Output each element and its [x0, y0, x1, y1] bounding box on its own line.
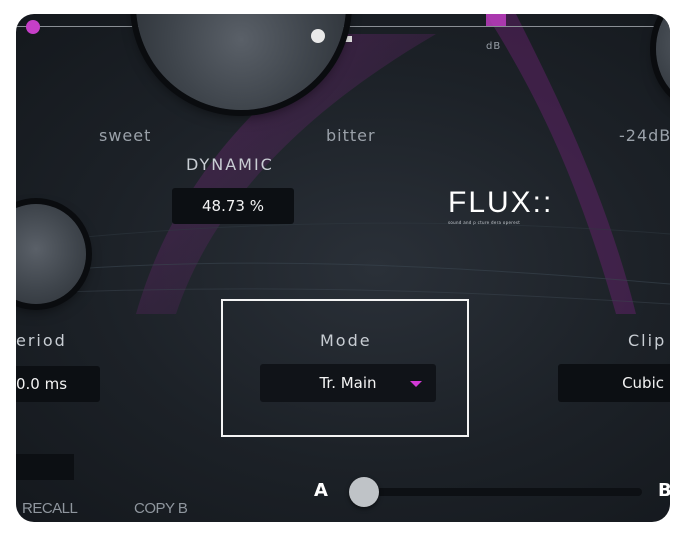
meter-tick [344, 36, 352, 42]
flux-logo-text: FLUX:: [448, 186, 554, 219]
dynamic-value-field[interactable]: 48.73 % [172, 188, 294, 224]
plugin-panel: sweet bitter DYNAMIC 48.73 % dB -24dB FL… [16, 14, 670, 522]
ab-label-a: A [314, 480, 328, 501]
copy-b-button[interactable]: COPY B [134, 500, 188, 517]
clip-value-field[interactable]: Cubic [558, 364, 670, 402]
ab-slider-track[interactable] [352, 488, 642, 496]
mode-selected-value: Tr. Main [319, 374, 377, 392]
period-value-field[interactable]: 0.0 ms [16, 366, 100, 402]
dynamic-left-label: sweet [99, 126, 152, 145]
flux-tagline: sound and p cture dera operest [448, 220, 521, 225]
flux-logo: FLUX:: sound and p cture dera operest [448, 186, 553, 225]
preset-field[interactable] [16, 454, 74, 480]
dropdown-caret-icon [410, 381, 422, 387]
ab-label-b: B [658, 480, 670, 501]
ab-slider-thumb[interactable] [349, 477, 379, 507]
right-knob-left-label: -24dB [619, 126, 670, 145]
dynamic-right-label: bitter [326, 126, 376, 145]
background-swoosh [16, 14, 670, 314]
indicator-dot [26, 20, 40, 34]
recall-button[interactable]: RECALL [22, 500, 78, 517]
db-scale-label: dB [486, 41, 502, 52]
mode-dropdown[interactable]: Tr. Main [260, 364, 436, 402]
dynamic-title: DYNAMIC [186, 155, 274, 174]
meter-marker [486, 14, 506, 26]
dynamic-knob-pointer [311, 29, 325, 43]
clip-title: Clip [628, 331, 667, 350]
period-title: eriod [16, 331, 67, 350]
mode-title: Mode [320, 331, 372, 350]
